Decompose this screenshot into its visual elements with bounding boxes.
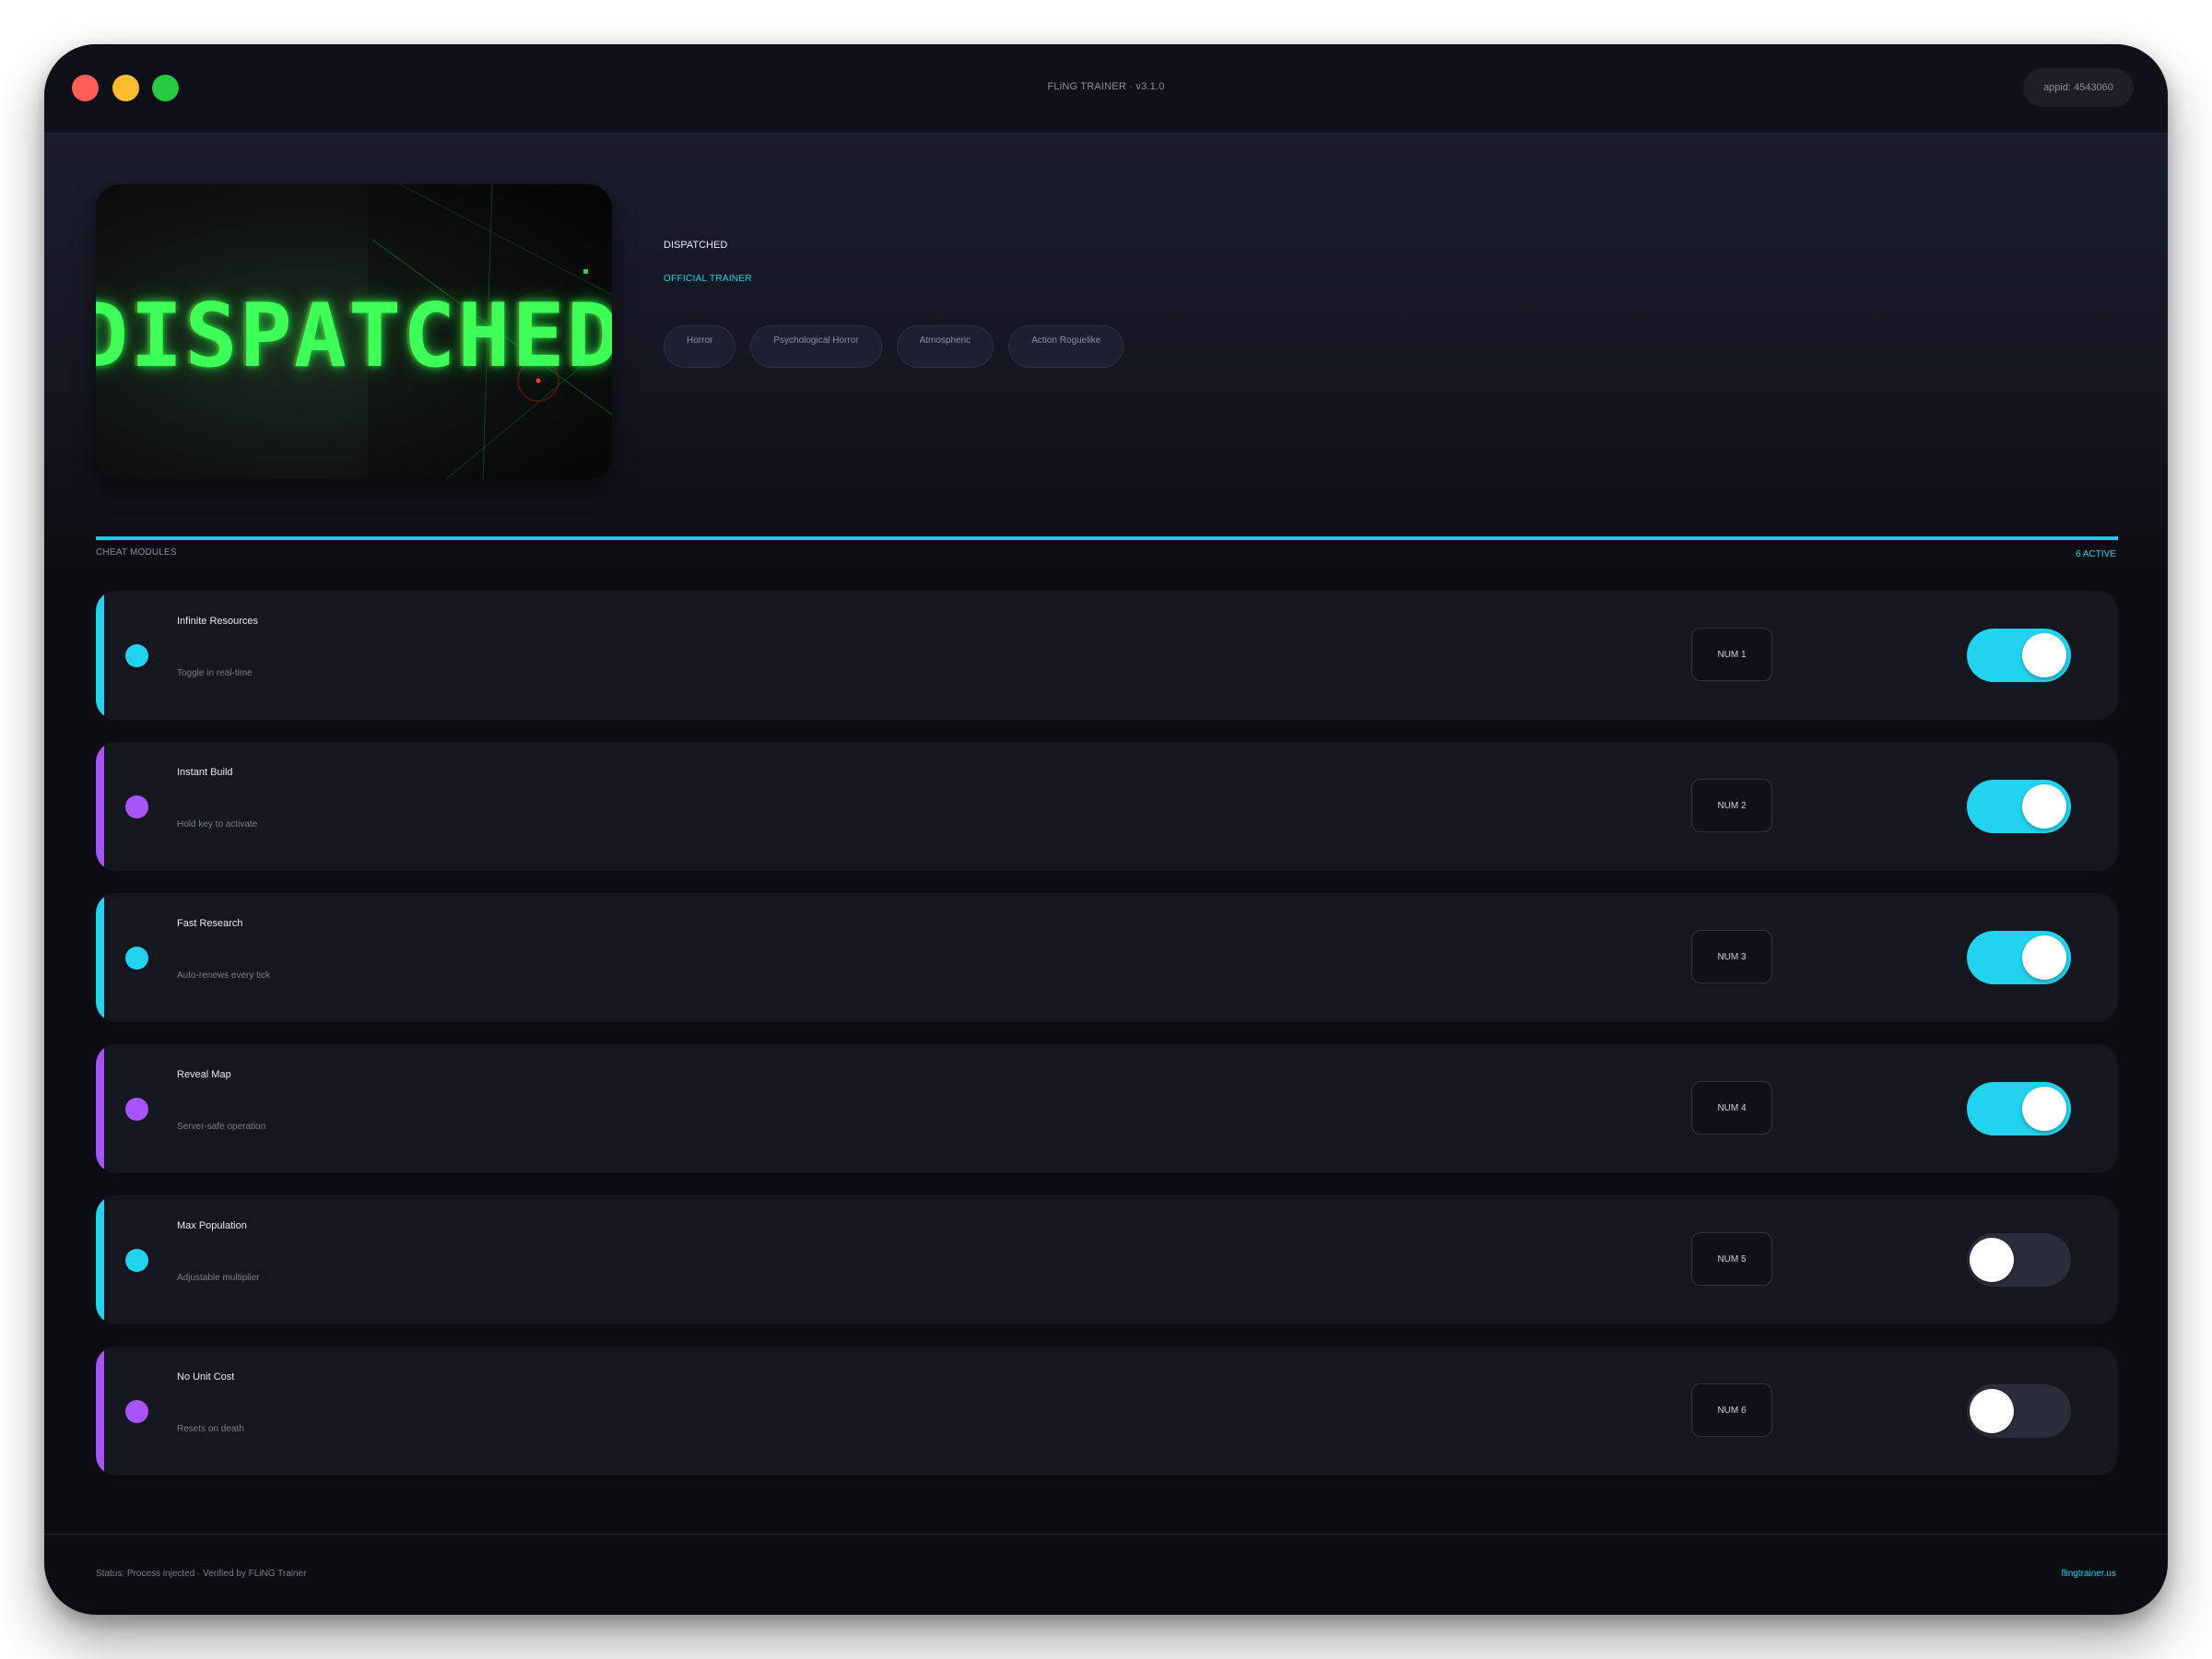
titlebar: FLiNG TRAINER · v3.1.0 appid: 4543060 [44,44,2168,134]
cheat-description: Adjustable multiplier [177,1273,260,1283]
cheat-row: Infinite Resources Toggle in real-time N… [96,591,2118,720]
game-name: DISPATCHED [664,240,728,251]
toggle-knob [2022,784,2066,829]
cheat-toggle[interactable] [1967,780,2071,833]
row-accent-bar [96,1044,104,1173]
cheat-description: Resets on death [177,1424,244,1434]
cover-title-text: DISPATCHED [96,286,612,387]
tag-chip[interactable]: Atmospheric [896,325,994,368]
status-text: Status: Process injected · Verified by F… [96,1569,307,1579]
cheat-toggle[interactable] [1967,1384,2071,1438]
cheat-name: No Unit Cost [177,1371,235,1382]
section-label: CHEAT MODULES [96,547,177,558]
row-accent-bar [96,742,104,871]
toggle-knob [1970,1238,2014,1282]
genre-tags: Horror Psychological Horror Atmospheric … [664,325,1124,368]
trainer-window: FLiNG TRAINER · v3.1.0 appid: 4543060 DI… [44,44,2168,1615]
cheat-name: Max Population [177,1220,247,1231]
cheat-toggle[interactable] [1967,1233,2071,1287]
cheat-description: Auto-renews every tick [177,971,271,981]
appid-badge: appid: 4543060 [2023,68,2134,107]
section-divider [96,536,2118,540]
cheat-name: Reveal Map [177,1069,231,1080]
cheat-name: Fast Research [177,918,243,929]
cheat-row: Reveal Map Server-safe operation NUM 4 [96,1044,2118,1173]
toggle-knob [2022,935,2066,980]
cheat-description: Hold key to activate [177,819,258,830]
status-dot-icon [125,947,148,970]
cheat-name: Infinite Resources [177,616,259,627]
cheat-description: Server-safe operation [177,1122,266,1132]
cheat-toggle[interactable] [1967,1082,2071,1135]
footer-divider [44,1534,2168,1535]
tag-chip[interactable]: Psychological Horror [750,325,882,368]
game-cover-image: DISPATCHED [96,184,612,479]
cheat-row: Fast Research Auto-renews every tick NUM… [96,893,2118,1022]
status-dot-icon [125,1249,148,1272]
cheat-description: Toggle in real-time [177,668,253,678]
tag-chip[interactable]: Action Roguelike [1008,325,1124,368]
hotkey-button[interactable]: NUM 1 [1691,628,1772,681]
website-link[interactable]: flingtrainer.us [2062,1569,2116,1579]
hotkey-button[interactable]: NUM 6 [1691,1383,1772,1437]
toggle-knob [1970,1389,2014,1433]
row-accent-bar [96,591,104,720]
active-count: 6 ACTIVE [2076,549,2116,559]
cheat-toggle[interactable] [1967,629,2071,682]
toggle-knob [2022,1087,2066,1131]
hotkey-button[interactable]: NUM 2 [1691,779,1772,832]
row-accent-bar [96,1195,104,1324]
cheat-toggle[interactable] [1967,931,2071,984]
cheat-row: Max Population Adjustable multiplier NUM… [96,1195,2118,1324]
window-title: FLiNG TRAINER · v3.1.0 [1047,81,1165,92]
row-accent-bar [96,1347,104,1476]
status-dot-icon [125,795,148,818]
hotkey-button[interactable]: NUM 5 [1691,1232,1772,1286]
cheat-row: Instant Build Hold key to activate NUM 2 [96,742,2118,871]
cheat-row: No Unit Cost Resets on death NUM 6 [96,1347,2118,1476]
status-dot-icon [125,644,148,667]
cheat-name: Instant Build [177,767,233,778]
hotkey-button[interactable]: NUM 4 [1691,1081,1772,1135]
tag-chip[interactable]: Horror [664,325,736,368]
status-dot-icon [125,1098,148,1121]
game-header: DISPATCHED DISPATCHED OFFICIAL TRAINER H… [44,134,2168,576]
hotkey-button[interactable]: NUM 3 [1691,930,1772,983]
status-dot-icon [125,1400,148,1423]
official-trainer-badge: OFFICIAL TRAINER [664,274,752,284]
row-accent-bar [96,893,104,1022]
toggle-knob [2022,633,2066,677]
